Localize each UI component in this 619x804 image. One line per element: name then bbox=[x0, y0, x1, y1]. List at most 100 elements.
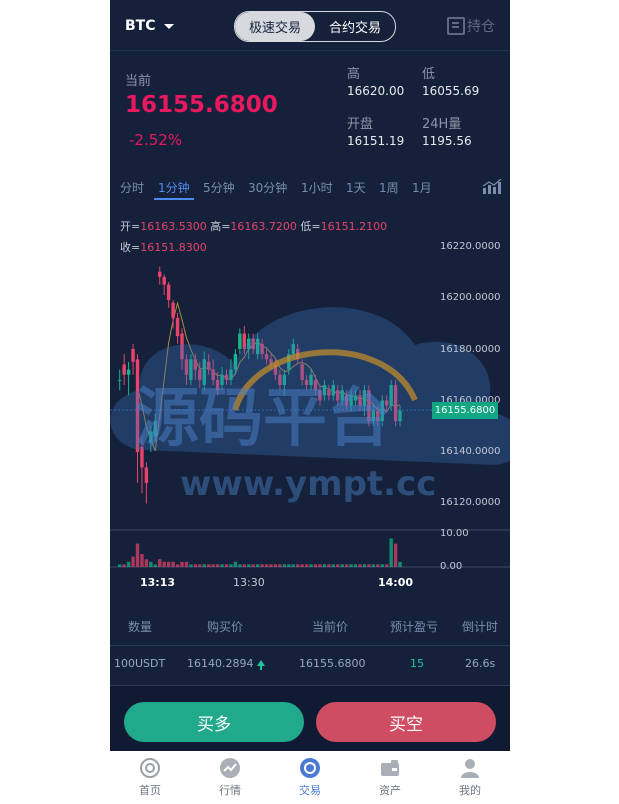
nav-label: 行情 bbox=[219, 784, 241, 797]
nav-item-trade[interactable]: 交易 bbox=[270, 751, 350, 804]
volume-bar bbox=[202, 564, 206, 567]
candle-body bbox=[349, 395, 353, 406]
open-value: 16151.19 bbox=[347, 134, 405, 148]
candle-body bbox=[184, 359, 189, 375]
candle-body bbox=[309, 374, 313, 386]
tab-1min[interactable]: 1分钟 bbox=[158, 179, 190, 196]
nav-item-home[interactable]: 首页 bbox=[110, 751, 190, 804]
volume-bar bbox=[193, 564, 198, 567]
app-screen: BTC 极速交易 合约交易 持仓 当前 16155.6800 -2.52% 高 … bbox=[110, 0, 510, 804]
user-icon bbox=[461, 759, 479, 778]
candle-body bbox=[229, 369, 233, 380]
candle-body bbox=[327, 390, 331, 396]
tab-1week[interactable]: 1周 bbox=[379, 179, 399, 196]
volume-bar bbox=[224, 564, 229, 567]
candle-body bbox=[215, 379, 220, 391]
order-countdown: 26.6s bbox=[465, 657, 496, 670]
candle-body bbox=[393, 385, 398, 422]
candle-body bbox=[344, 395, 349, 406]
candle-body bbox=[126, 369, 131, 375]
volume-bar bbox=[380, 564, 384, 567]
symbol-label: BTC bbox=[125, 18, 156, 34]
action-bar: 买多 买空 bbox=[110, 685, 510, 752]
candle-body bbox=[340, 390, 344, 401]
open-label: 开盘 bbox=[347, 117, 374, 132]
tab-contract-trade[interactable]: 合约交易 bbox=[315, 12, 395, 41]
volume-bar bbox=[211, 564, 215, 567]
candlestick-chart[interactable] bbox=[110, 200, 510, 575]
volume-bar bbox=[309, 564, 313, 567]
candle-body bbox=[242, 333, 246, 349]
tab-1month[interactable]: 1月 bbox=[412, 179, 432, 196]
current-price-tag: 16155.6800 bbox=[432, 402, 498, 419]
y-tick-label: 16120.0000 bbox=[440, 497, 501, 508]
chart-settings-icon[interactable] bbox=[482, 179, 502, 195]
col-header-pnl: 预计盈亏 bbox=[390, 620, 439, 634]
volume-bar bbox=[242, 564, 246, 567]
candle-body bbox=[358, 395, 362, 406]
col-header-buy-price: 购买价 bbox=[207, 620, 244, 634]
candle-body bbox=[233, 354, 238, 370]
tab-1hour[interactable]: 1小时 bbox=[301, 179, 333, 196]
col-header-current-price: 当前价 bbox=[312, 620, 349, 634]
home-icon bbox=[140, 758, 160, 778]
tab-timeshare[interactable]: 分时 bbox=[120, 179, 144, 196]
volume-bar bbox=[385, 564, 389, 567]
volume-bar bbox=[362, 564, 367, 567]
y-tick-label: 16220.0000 bbox=[440, 241, 501, 252]
nav-label: 首页 bbox=[139, 784, 161, 797]
order-buy-price-value: 16140.2894 bbox=[187, 657, 254, 670]
y-tick-label: 16140.0000 bbox=[440, 446, 501, 457]
holdings-icon bbox=[447, 17, 465, 35]
order-current-price: 16155.6800 bbox=[299, 657, 366, 670]
volume-bar bbox=[131, 556, 135, 567]
tab-1day[interactable]: 1天 bbox=[346, 179, 366, 196]
volume-bar bbox=[273, 564, 278, 567]
volume-bar bbox=[367, 564, 371, 567]
current-price: 16155.6800 bbox=[125, 92, 278, 118]
candle-body bbox=[140, 446, 144, 468]
volume-bar bbox=[269, 564, 273, 567]
candle-body bbox=[336, 390, 340, 401]
current-price-label: 当前 bbox=[125, 74, 152, 89]
nav-item-profile[interactable]: 我的 bbox=[430, 751, 510, 804]
holdings-button[interactable]: 持仓 bbox=[447, 16, 495, 36]
order-pnl: 15 bbox=[410, 657, 424, 670]
candle-body bbox=[331, 385, 335, 396]
high-label: 高 bbox=[347, 67, 361, 82]
volume-bar bbox=[180, 561, 184, 567]
x-tick-label: 14:00 bbox=[378, 576, 414, 589]
price-change: -2.52% bbox=[129, 131, 183, 149]
volume-bar bbox=[300, 564, 304, 567]
high-value: 16620.00 bbox=[347, 84, 405, 98]
symbol-selector[interactable]: BTC bbox=[125, 18, 174, 34]
candle-body bbox=[353, 395, 358, 401]
buy-long-button[interactable]: 买多 bbox=[124, 702, 304, 742]
candle-body bbox=[291, 343, 295, 355]
tab-5min[interactable]: 5分钟 bbox=[203, 179, 235, 196]
nav-item-market[interactable]: 行情 bbox=[190, 751, 270, 804]
caret-down-icon bbox=[163, 23, 174, 29]
volume-bar bbox=[349, 564, 353, 567]
trade-mode-toggle: 极速交易 合约交易 bbox=[234, 11, 396, 42]
volume-bar bbox=[393, 543, 398, 567]
nav-item-assets[interactable]: 资产 bbox=[350, 751, 430, 804]
tab-fast-trade[interactable]: 极速交易 bbox=[235, 12, 315, 41]
volume-bar bbox=[322, 564, 327, 567]
y-tick-label: 16180.0000 bbox=[440, 344, 501, 355]
candle-body bbox=[278, 374, 282, 386]
candle-body bbox=[264, 354, 269, 360]
x-tick-label: 13:13 bbox=[140, 576, 176, 589]
volume-bar bbox=[282, 564, 287, 567]
candle-body bbox=[376, 410, 380, 422]
volume-bar bbox=[238, 564, 242, 567]
volume-bar bbox=[184, 561, 189, 567]
volume-bar bbox=[340, 564, 344, 567]
nav-label: 资产 bbox=[379, 784, 401, 797]
buy-short-button[interactable]: 买空 bbox=[316, 702, 496, 742]
candle-body bbox=[238, 333, 242, 349]
volume-bar bbox=[398, 561, 402, 567]
volume-bar bbox=[344, 564, 349, 567]
order-amount: 100USDT bbox=[114, 657, 166, 670]
tab-30min[interactable]: 30分钟 bbox=[248, 179, 287, 196]
